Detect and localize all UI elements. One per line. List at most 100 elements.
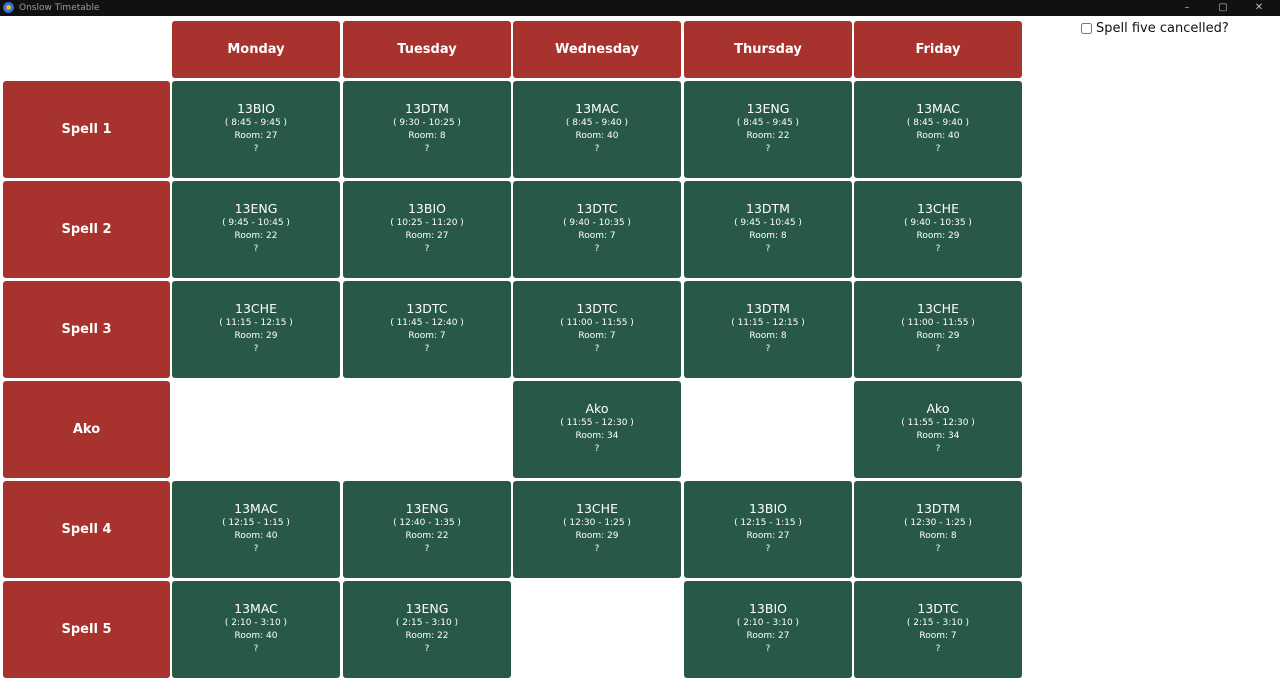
- class-cell[interactable]: 13DTC ( 11:00 - 11:55 ) Room: 7?: [513, 281, 681, 378]
- class-subject: 13CHE: [917, 301, 959, 316]
- class-note: ?: [424, 644, 430, 654]
- class-cell[interactable]: 13MAC ( 2:10 - 3:10 ) Room: 40?: [172, 581, 340, 678]
- class-time: ( 11:15 - 12:15 ): [731, 318, 805, 328]
- class-cell[interactable]: 13CHE ( 9:40 - 10:35 ) Room: 29?: [854, 181, 1022, 278]
- class-time: ( 11:55 - 12:30 ): [560, 418, 634, 428]
- class-subject: 13DTM: [405, 101, 449, 116]
- class-note: ?: [253, 344, 259, 354]
- class-time: ( 11:45 - 12:40 ): [390, 318, 464, 328]
- class-cell[interactable]: Ako ( 11:55 - 12:30 ) Room: 34?: [854, 381, 1022, 478]
- class-room: Room: 7: [408, 331, 446, 341]
- class-cell[interactable]: 13DTM ( 9:30 - 10:25 ) Room: 8?: [343, 81, 511, 178]
- class-time: ( 11:00 - 11:55 ): [560, 318, 634, 328]
- maximize-icon[interactable]: ▢: [1205, 0, 1241, 16]
- class-room: Room: 8: [408, 131, 446, 141]
- class-cell[interactable]: Ako ( 11:55 - 12:30 ) Room: 34?: [513, 381, 681, 478]
- class-room: Room: 34: [916, 431, 960, 441]
- class-note: ?: [765, 544, 771, 554]
- class-note: ?: [424, 344, 430, 354]
- class-room: Room: 29: [234, 331, 278, 341]
- period-label: Spell 1: [3, 81, 170, 178]
- class-time: ( 11:15 - 12:15 ): [219, 318, 293, 328]
- class-cell[interactable]: 13ENG ( 8:45 - 9:45 ) Room: 22?: [684, 81, 852, 178]
- class-cell[interactable]: 13CHE ( 11:15 - 12:15 ) Room: 29?: [172, 281, 340, 378]
- class-time: ( 9:45 - 10:45 ): [734, 218, 802, 228]
- class-cell[interactable]: 13DTM ( 12:30 - 1:25 ) Room: 8?: [854, 481, 1022, 578]
- class-cell[interactable]: 13ENG ( 2:15 - 3:10 ) Room: 22?: [343, 581, 511, 678]
- class-time: ( 10:25 - 11:20 ): [390, 218, 464, 228]
- class-cell[interactable]: 13BIO ( 10:25 - 11:20 ) Room: 27?: [343, 181, 511, 278]
- class-room: Room: 29: [916, 331, 960, 341]
- class-cell[interactable]: 13BIO ( 8:45 - 9:45 ) Room: 27?: [172, 81, 340, 178]
- class-subject: 13BIO: [748, 501, 787, 516]
- class-room: Room: 34: [575, 431, 619, 441]
- class-note: ?: [594, 344, 600, 354]
- title-bar: Onslow Timetable – ▢ ✕: [0, 0, 1280, 16]
- class-cell[interactable]: 13MAC ( 8:45 - 9:40 ) Room: 40?: [513, 81, 681, 178]
- class-time: ( 8:45 - 9:45 ): [224, 118, 288, 128]
- class-room: Room: 8: [749, 231, 787, 241]
- class-room: Room: 27: [746, 631, 790, 641]
- spell-five-toggle[interactable]: Spell five cancelled?: [1081, 21, 1229, 36]
- class-subject: Ako: [926, 401, 950, 416]
- class-time: ( 2:15 - 3:10 ): [395, 618, 459, 628]
- spell-five-checkbox[interactable]: [1081, 23, 1092, 34]
- class-subject: Ako: [585, 401, 609, 416]
- class-note: ?: [765, 144, 771, 154]
- class-subject: 13MAC: [234, 601, 278, 616]
- class-room: Room: 8: [919, 531, 957, 541]
- class-cell[interactable]: 13DTM ( 11:15 - 12:15 ) Room: 8?: [684, 281, 852, 378]
- class-subject: 13ENG: [405, 501, 449, 516]
- class-subject: 13CHE: [576, 501, 618, 516]
- class-time: ( 12:30 - 1:25 ): [904, 518, 972, 528]
- class-cell[interactable]: 13BIO ( 12:15 - 1:15 ) Room: 27?: [684, 481, 852, 578]
- class-time: ( 9:40 - 10:35 ): [904, 218, 972, 228]
- class-note: ?: [424, 544, 430, 554]
- class-note: ?: [765, 344, 771, 354]
- class-cell[interactable]: 13DTC ( 11:45 - 12:40 ) Room: 7?: [343, 281, 511, 378]
- class-room: Room: 27: [746, 531, 790, 541]
- class-time: ( 12:15 - 1:15 ): [734, 518, 802, 528]
- class-note: ?: [424, 144, 430, 154]
- class-cell[interactable]: 13MAC ( 12:15 - 1:15 ) Room: 40?: [172, 481, 340, 578]
- class-cell[interactable]: 13DTC ( 2:15 - 3:10 ) Room: 7?: [854, 581, 1022, 678]
- class-time: ( 2:10 - 3:10 ): [736, 618, 800, 628]
- class-cell[interactable]: 13DTM ( 9:45 - 10:45 ) Room: 8?: [684, 181, 852, 278]
- class-note: ?: [594, 544, 600, 554]
- class-note: ?: [594, 244, 600, 254]
- class-room: Room: 22: [746, 131, 790, 141]
- class-subject: 13DTC: [917, 601, 959, 616]
- window-title: Onslow Timetable: [19, 3, 100, 13]
- timetable: Spell five cancelled? Monday Tuesday Wedne…: [0, 16, 1280, 682]
- class-cell[interactable]: 13CHE ( 11:00 - 11:55 ) Room: 29?: [854, 281, 1022, 378]
- class-subject: 13CHE: [917, 201, 959, 216]
- class-room: Room: 7: [919, 631, 957, 641]
- class-note: ?: [424, 244, 430, 254]
- day-header-monday: Monday: [172, 21, 340, 78]
- class-cell[interactable]: 13ENG ( 12:40 - 1:35 ) Room: 22?: [343, 481, 511, 578]
- class-room: Room: 40: [575, 131, 619, 141]
- class-subject: 13DTC: [576, 201, 618, 216]
- class-note: ?: [935, 544, 941, 554]
- class-subject: 13DTM: [746, 201, 790, 216]
- class-time: ( 9:45 - 10:45 ): [222, 218, 290, 228]
- class-time: ( 2:10 - 3:10 ): [224, 618, 288, 628]
- minimize-icon[interactable]: –: [1169, 0, 1205, 16]
- class-subject: 13DTM: [746, 301, 790, 316]
- class-cell[interactable]: 13DTC ( 9:40 - 10:35 ) Room: 7?: [513, 181, 681, 278]
- class-subject: 13BIO: [407, 201, 446, 216]
- period-label: Spell 4: [3, 481, 170, 578]
- class-room: Room: 40: [916, 131, 960, 141]
- class-room: Room: 22: [405, 531, 449, 541]
- class-note: ?: [253, 244, 259, 254]
- class-cell[interactable]: 13CHE ( 12:30 - 1:25 ) Room: 29?: [513, 481, 681, 578]
- class-cell[interactable]: 13ENG ( 9:45 - 10:45 ) Room: 22?: [172, 181, 340, 278]
- class-room: Room: 27: [234, 131, 278, 141]
- class-time: ( 11:00 - 11:55 ): [901, 318, 975, 328]
- class-subject: 13BIO: [748, 601, 787, 616]
- class-cell[interactable]: 13BIO ( 2:10 - 3:10 ) Room: 27?: [684, 581, 852, 678]
- class-subject: 13ENG: [405, 601, 449, 616]
- class-note: ?: [253, 144, 259, 154]
- close-icon[interactable]: ✕: [1241, 0, 1277, 16]
- class-cell[interactable]: 13MAC ( 8:45 - 9:40 ) Room: 40?: [854, 81, 1022, 178]
